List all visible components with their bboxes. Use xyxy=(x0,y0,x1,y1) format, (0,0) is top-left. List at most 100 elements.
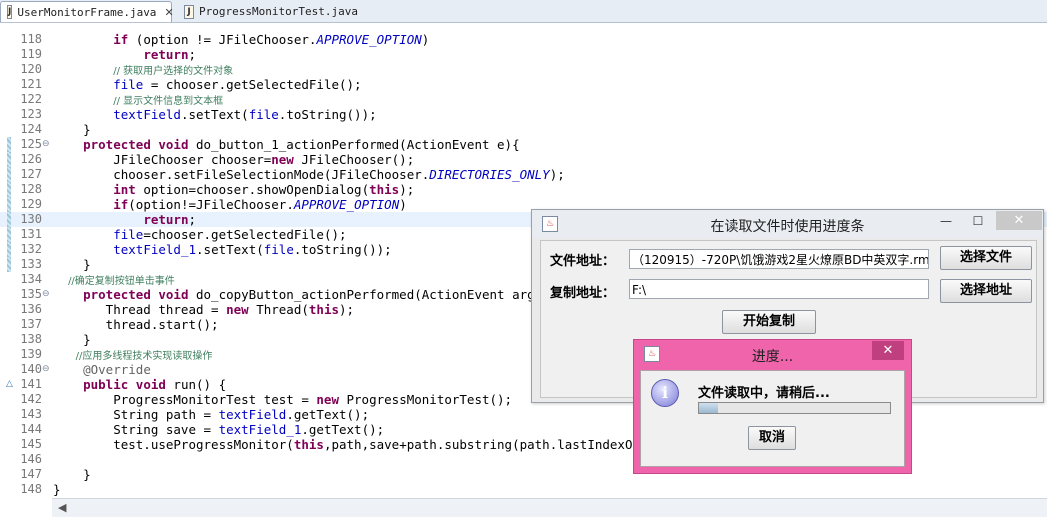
file-address-field[interactable]: （120915）-720P\饥饿游戏2星火燎原BD中英双字.rmvb xyxy=(629,249,929,269)
code-text[interactable]: protected void do_copyButton_actionPerfo… xyxy=(53,287,565,302)
scroll-left-icon[interactable]: ◀ xyxy=(58,501,66,514)
minimize-button[interactable]: — xyxy=(932,212,960,230)
line-number: 130 xyxy=(20,212,42,226)
line-number: 128 xyxy=(20,182,42,196)
fold-toggle-icon[interactable]: ⊖ xyxy=(42,287,50,302)
code-line[interactable]: 148} xyxy=(0,482,1047,497)
select-file-button[interactable]: 选择文件 xyxy=(940,246,1032,270)
code-text[interactable]: JFileChooser chooser=new JFileChooser(); xyxy=(53,152,414,167)
code-text[interactable]: String save = textField_1.getText(); xyxy=(53,422,384,437)
window-title-bar[interactable]: ♨ 在读取文件时使用进度条 — ☐ ✕ xyxy=(532,210,1043,238)
line-number: 126 xyxy=(20,152,42,166)
code-text[interactable]: textField_1.setText(file.toString()); xyxy=(53,242,391,257)
code-text[interactable]: public void run() { xyxy=(53,377,226,392)
code-line[interactable]: 126 JFileChooser chooser=new JFileChoose… xyxy=(0,152,1047,167)
line-number: 140 xyxy=(20,362,42,376)
line-number: 124 xyxy=(20,122,42,136)
tab-progress-monitor-test[interactable]: J ProgressMonitorTest.java xyxy=(178,1,358,22)
java-file-icon: J xyxy=(7,5,13,19)
code-text[interactable]: } xyxy=(53,257,91,272)
line-number: 121 xyxy=(20,77,42,91)
code-text[interactable]: ProgressMonitorTest test = new ProgressM… xyxy=(53,392,512,407)
tab-user-monitor-frame[interactable]: J UserMonitorFrame.java ✕ xyxy=(0,1,174,22)
copy-address-field[interactable]: F:\ xyxy=(629,279,929,299)
start-copy-button[interactable]: 开始复制 xyxy=(722,310,816,334)
info-icon: i xyxy=(651,379,679,407)
code-text[interactable]: if (option != JFileChooser.APPROVE_OPTIO… xyxy=(53,32,429,47)
progress-bar xyxy=(698,402,891,414)
tab-label: ProgressMonitorTest.java xyxy=(199,5,358,18)
line-number: 144 xyxy=(20,422,42,436)
code-text[interactable]: return; xyxy=(53,47,196,62)
line-number: 119 xyxy=(20,47,42,61)
progress-dialog: ♨ 进度... ✕ i 文件读取中，请稍后... 取消 xyxy=(633,339,912,474)
code-text[interactable]: } xyxy=(53,332,91,347)
line-number: 131 xyxy=(20,227,42,241)
line-number: 132 xyxy=(20,242,42,256)
code-line[interactable]: 121 file = chooser.getSelectedFile(); xyxy=(0,77,1047,92)
line-number: 133 xyxy=(20,257,42,271)
file-address-label: 文件地址： xyxy=(550,254,616,269)
code-text[interactable]: } xyxy=(53,467,91,482)
code-text[interactable]: chooser.setFileSelectionMode(JFileChoose… xyxy=(53,167,565,182)
fold-toggle-icon[interactable]: ⊖ xyxy=(42,137,50,152)
code-text[interactable]: textField.setText(file.toString()); xyxy=(53,107,376,122)
line-number: 142 xyxy=(20,392,42,406)
code-text[interactable]: file=chooser.getSelectedFile(); xyxy=(53,227,346,242)
editor-tab-bar: J UserMonitorFrame.java ✕ J ProgressMoni… xyxy=(0,0,1047,23)
code-text[interactable]: Thread thread = new Thread(this); xyxy=(53,302,354,317)
line-number: 118 xyxy=(20,32,42,46)
line-number: 145 xyxy=(20,437,42,451)
line-number: 139 xyxy=(20,347,42,361)
progress-bar-fill xyxy=(699,403,719,413)
progress-close-button[interactable]: ✕ xyxy=(872,341,904,360)
line-number: 134 xyxy=(20,272,42,286)
maximize-button[interactable]: ☐ xyxy=(964,212,992,230)
line-number: 137 xyxy=(20,317,42,331)
line-number: 135 xyxy=(20,287,42,301)
code-line[interactable]: 119 return; xyxy=(0,47,1047,62)
line-number: 125 xyxy=(20,137,42,151)
line-number: 138 xyxy=(20,332,42,346)
close-button[interactable]: ✕ xyxy=(996,211,1042,230)
code-text[interactable]: @Override xyxy=(53,362,151,377)
code-line[interactable]: 124 } xyxy=(0,122,1047,137)
code-text[interactable]: file = chooser.getSelectedFile(); xyxy=(53,77,361,92)
line-number: 129 xyxy=(20,197,42,211)
cancel-button[interactable]: 取消 xyxy=(748,426,796,450)
select-address-button[interactable]: 选择地址 xyxy=(940,279,1032,303)
line-number: 146 xyxy=(20,452,42,466)
line-number: 122 xyxy=(20,92,42,106)
copy-address-label: 复制地址： xyxy=(550,286,616,301)
line-number: 120 xyxy=(20,62,42,76)
progress-dialog-title: 进度... xyxy=(751,349,794,365)
horizontal-scrollbar[interactable]: ◀ xyxy=(52,498,1047,517)
code-text[interactable]: int option=chooser.showOpenDialog(this); xyxy=(53,182,414,197)
code-text[interactable]: thread.start(); xyxy=(53,317,219,332)
code-text[interactable]: return; xyxy=(53,212,196,227)
tab-close-icon[interactable]: ✕ xyxy=(164,6,173,19)
fold-toggle-icon[interactable]: ⊖ xyxy=(42,362,50,377)
code-text[interactable]: String path = textField.getText(); xyxy=(53,407,369,422)
code-line[interactable]: 122 // 显示文件信息到文本框 xyxy=(0,92,1047,107)
code-line[interactable]: 125 ⊖ protected void do_button_1_actionPe… xyxy=(0,137,1047,152)
code-line[interactable]: 123 textField.setText(file.toString()); xyxy=(0,107,1047,122)
java-file-icon: J xyxy=(184,4,195,19)
code-text[interactable]: } xyxy=(53,122,91,137)
code-text[interactable]: if(option!=JFileChooser.APPROVE_OPTION) xyxy=(53,197,407,212)
progress-panel: i 文件读取中，请稍后... 取消 xyxy=(640,370,905,467)
code-line[interactable]: 118 if (option != JFileChooser.APPROVE_O… xyxy=(0,32,1047,47)
line-number: 141 xyxy=(20,377,42,391)
code-text[interactable]: } xyxy=(53,482,61,497)
code-line[interactable]: 128 int option=chooser.showOpenDialog(th… xyxy=(0,182,1047,197)
line-number: 147 xyxy=(20,467,42,481)
override-marker-icon: △ xyxy=(6,379,13,389)
code-text[interactable]: protected void do_button_1_actionPerform… xyxy=(53,137,520,152)
progress-message: 文件读取中，请稍后... xyxy=(698,386,830,401)
line-number: 123 xyxy=(20,107,42,121)
code-text[interactable]: test.useProgressMonitor(this,path,save+p… xyxy=(53,437,677,452)
code-line[interactable]: 127 chooser.setFileSelectionMode(JFileCh… xyxy=(0,167,1047,182)
tab-label: UserMonitorFrame.java xyxy=(17,5,157,19)
line-number: 148 xyxy=(20,482,42,496)
code-line[interactable]: 120 // 获取用户选择的文件对象 xyxy=(0,62,1047,77)
